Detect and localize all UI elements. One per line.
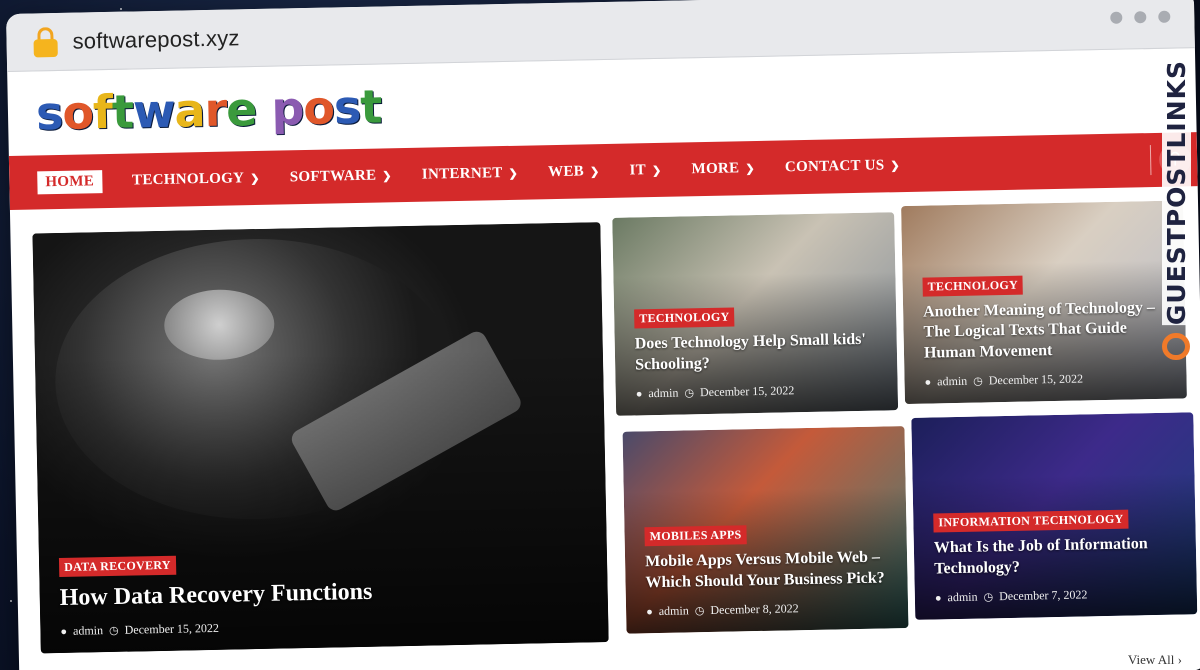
user-icon: ● xyxy=(934,591,942,604)
chevron-down-icon: ❯ xyxy=(382,169,392,182)
post-card[interactable]: MOBILES APPS Mobile Apps Versus Mobile W… xyxy=(622,426,909,634)
user-icon: ● xyxy=(924,376,932,389)
nav-item-it[interactable]: IT ❯ xyxy=(629,161,661,179)
nav-item-label: SOFTWARE xyxy=(289,167,377,185)
nav-divider xyxy=(1149,145,1152,176)
clock-icon: ◷ xyxy=(108,624,119,638)
post-title[interactable]: Mobile Apps Versus Mobile Web – Which Sh… xyxy=(645,548,892,595)
post-author[interactable]: admin xyxy=(648,386,678,402)
category-badge[interactable]: INFORMATION TECHNOLOGY xyxy=(933,509,1129,533)
chevron-down-icon: ❯ xyxy=(589,165,600,178)
post-title[interactable]: How Data Recovery Functions xyxy=(59,572,592,614)
url-text[interactable]: softwarepost.xyz xyxy=(72,25,240,54)
post-date[interactable]: December 8, 2022 xyxy=(710,601,799,618)
post-author[interactable]: admin xyxy=(73,623,103,639)
chevron-down-icon: ❯ xyxy=(745,162,756,175)
chevron-down-icon: ❯ xyxy=(890,159,901,172)
nav-item-contact-us[interactable]: CONTACT US ❯ xyxy=(785,157,900,176)
post-card[interactable]: TECHNOLOGY Another Meaning of Technology… xyxy=(901,200,1187,405)
lock-icon xyxy=(32,26,59,57)
category-badge[interactable]: TECHNOLOGY xyxy=(922,275,1024,297)
nav-item-software[interactable]: SOFTWARE ❯ xyxy=(290,167,392,186)
user-icon: ● xyxy=(635,387,643,400)
nav-item-more[interactable]: MORE ❯ xyxy=(691,160,755,178)
window-controls xyxy=(1110,10,1171,24)
nav-item-internet[interactable]: INTERNET ❯ xyxy=(422,164,519,183)
nav-item-label: WEB xyxy=(547,162,585,180)
post-title[interactable]: What Is the Job of Information Technolog… xyxy=(934,534,1181,581)
browser-window: softwarepost.xyz software post HOME TECH… xyxy=(6,0,1200,670)
nav-item-label: CONTACT US xyxy=(784,156,885,175)
nav-item-label: TECHNOLOGY xyxy=(131,169,245,189)
category-badge[interactable]: TECHNOLOGY xyxy=(634,307,735,329)
post-date[interactable]: December 15, 2022 xyxy=(125,621,220,638)
nav-item-label: MORE xyxy=(691,159,740,177)
nav-item-web[interactable]: WEB ❯ xyxy=(548,163,600,181)
post-date[interactable]: December 15, 2022 xyxy=(989,371,1084,388)
chevron-right-icon: › xyxy=(1177,652,1182,667)
view-all-label: View All xyxy=(1127,652,1175,667)
window-dot-icon[interactable] xyxy=(1134,11,1147,24)
chevron-down-icon: ❯ xyxy=(651,164,662,177)
post-author[interactable]: admin xyxy=(947,590,977,606)
clock-icon: ◷ xyxy=(983,591,994,604)
nav-item-home[interactable]: HOME xyxy=(37,169,103,194)
post-author[interactable]: admin xyxy=(659,603,689,619)
post-card[interactable]: INFORMATION TECHNOLOGY What Is the Job o… xyxy=(911,412,1198,620)
user-icon: ● xyxy=(646,605,653,618)
chevron-down-icon: ❯ xyxy=(250,172,260,185)
nav-item-technology[interactable]: TECHNOLOGY ❯ xyxy=(132,169,260,189)
site-logo[interactable]: software post xyxy=(35,79,381,140)
post-title[interactable]: Does Technology Help Small kids' Schooli… xyxy=(635,330,882,377)
link-icon xyxy=(1162,333,1190,360)
watermark-text: GUESTPOSTLINKS xyxy=(1161,60,1191,326)
window-dot-icon[interactable] xyxy=(1158,10,1171,23)
nav-item-label: HOME xyxy=(45,172,95,190)
chevron-down-icon: ❯ xyxy=(508,167,519,180)
nav-item-label: IT xyxy=(629,161,647,179)
post-card[interactable]: TECHNOLOGY Does Technology Help Small ki… xyxy=(612,212,899,416)
post-author[interactable]: admin xyxy=(937,374,967,390)
post-title[interactable]: Another Meaning of Technology – The Logi… xyxy=(923,297,1170,364)
user-icon: ● xyxy=(60,625,68,638)
window-dot-icon[interactable] xyxy=(1110,11,1123,24)
clock-icon: ◷ xyxy=(973,375,983,388)
nav-item-label: INTERNET xyxy=(421,164,503,183)
featured-post-card[interactable]: DATA RECOVERY How Data Recovery Function… xyxy=(32,222,609,654)
view-all-link[interactable]: View All › xyxy=(1128,652,1182,668)
post-date[interactable]: December 15, 2022 xyxy=(700,383,795,400)
category-badge[interactable]: DATA RECOVERY xyxy=(58,555,177,577)
clock-icon: ◷ xyxy=(694,605,705,618)
post-date[interactable]: December 7, 2022 xyxy=(999,587,1088,604)
clock-icon: ◷ xyxy=(684,387,695,400)
category-badge[interactable]: MOBILES APPS xyxy=(644,525,747,547)
watermark: GUESTPOSTLINKS xyxy=(1156,60,1196,360)
